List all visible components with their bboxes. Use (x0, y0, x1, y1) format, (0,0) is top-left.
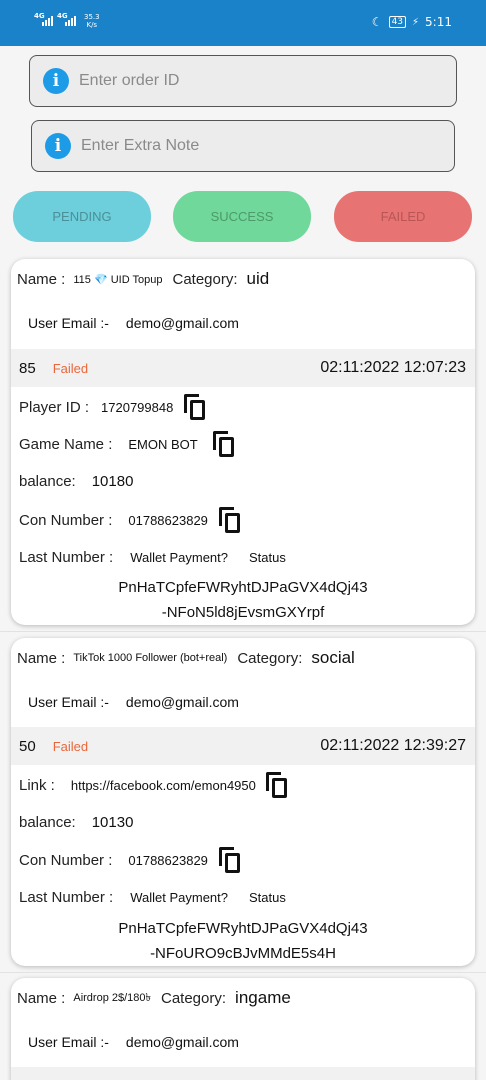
wallet-payment: Wallet Payment? (130, 889, 228, 905)
name-row: Name : TikTok 1000 Follower (bot+real) C… (17, 648, 355, 667)
transaction-token: PnHaTCpfeFWRyhtDJPaGVX4dQj43 -NFoURO9cBJ… (118, 920, 368, 962)
product-name: TikTok 1000 Follower (bot+real) (73, 652, 228, 664)
category-value: uid (246, 269, 270, 288)
copy-icon[interactable] (212, 431, 235, 457)
con-number-row: Con Number : 01788623829 (11, 846, 475, 874)
category-value: ingame (235, 988, 291, 1007)
player-id: 1720799848 (101, 399, 174, 415)
signal-icon: 4G (34, 12, 53, 26)
con-number: 01788623829 (128, 852, 208, 868)
balance-row: balance: 10180 (19, 472, 134, 490)
link-row: Link : https://facebook.com/emon4950 (11, 771, 475, 799)
order-id-field[interactable]: i (29, 55, 457, 107)
last-number-row: Last Number : Wallet Payment? Status (19, 548, 286, 566)
extra-note-input[interactable] (81, 137, 421, 155)
battery-indicator: 43 (388, 16, 407, 28)
balance-value: 10180 (91, 472, 134, 490)
signal-icon: 4G (57, 12, 76, 26)
copy-icon[interactable] (218, 507, 241, 533)
clock: 5:11 (425, 15, 452, 29)
status-badge: Failed (52, 738, 89, 754)
failed-filter-button[interactable]: FAILED (334, 191, 472, 242)
link-value: https://facebook.com/emon4950 (70, 777, 256, 793)
amount-status-row: 50 Failed 02:11:2022 12:39:27 (11, 727, 475, 765)
success-filter-button[interactable]: SUCCESS (173, 191, 311, 242)
copy-icon[interactable] (265, 772, 288, 798)
category-value: social (311, 648, 355, 667)
network-indicators: 4G 4G 35.3 K/s (34, 12, 100, 29)
amount-status-row: 85 Failed 02:11:2022 12:07:23 (11, 349, 475, 387)
copy-icon[interactable] (218, 847, 241, 873)
order-datetime: 02:11:2022 12:07:23 (320, 359, 466, 376)
status-label: Status (249, 549, 286, 565)
order-id-input[interactable] (79, 72, 419, 90)
order-card: Name : Airdrop 2$/180৳ Category: ingame … (11, 978, 475, 1080)
network-speed: 35.3 K/s (84, 13, 100, 29)
status-badge: Failed (52, 360, 89, 376)
divider (0, 631, 486, 632)
status-label: Status (249, 889, 286, 905)
charging-icon: ⚡ (412, 16, 420, 28)
user-email: demo@gmail.com (125, 1034, 239, 1050)
player-id-row: Player ID : 1720799848 (11, 393, 475, 421)
last-number-row: Last Number : Wallet Payment? Status (19, 888, 286, 906)
pending-filter-button[interactable]: PENDING (13, 191, 151, 242)
name-row: Name : Airdrop 2$/180৳ Category: ingame (17, 988, 291, 1007)
copy-icon[interactable] (184, 394, 206, 420)
amount-status-row (11, 1067, 475, 1080)
transaction-token: PnHaTCpfeFWRyhtDJPaGVX4dQj43 -NFoN5ld8jE… (118, 579, 368, 621)
product-name: 115 💎 UID Topup (73, 273, 163, 286)
amount: 50 (19, 737, 36, 755)
order-card: Name : 115 💎 UID Topup Category: uid Use… (11, 259, 475, 625)
email-row: User Email :- demo@gmail.com (28, 315, 239, 331)
divider (0, 972, 486, 973)
status-right: ☾ 43 ⚡ 5:11 (372, 15, 452, 29)
balance-value: 10130 (91, 813, 134, 831)
order-card: Name : TikTok 1000 Follower (bot+real) C… (11, 638, 475, 966)
moon-icon: ☾ (371, 15, 383, 29)
user-email: demo@gmail.com (125, 694, 239, 710)
info-icon: i (43, 68, 69, 94)
amount: 85 (19, 359, 36, 377)
email-row: User Email :- demo@gmail.com (28, 694, 239, 710)
info-icon: i (45, 133, 71, 159)
con-number-row: Con Number : 01788623829 (11, 506, 475, 534)
name-row: Name : 115 💎 UID Topup Category: uid (17, 269, 270, 288)
email-row: User Email :- demo@gmail.com (28, 1034, 239, 1050)
extra-note-field[interactable]: i (31, 120, 455, 172)
game-name-row: Game Name : EMON BOT (11, 430, 475, 458)
order-datetime: 02:11:2022 12:39:27 (320, 737, 466, 754)
status-bar: 4G 4G 35.3 K/s ☾ 43 ⚡ 5:11 (0, 0, 486, 46)
wallet-payment: Wallet Payment? (130, 549, 228, 565)
product-name: Airdrop 2$/180৳ (73, 991, 151, 1004)
user-email: demo@gmail.com (125, 315, 239, 331)
game-name: EMON BOT (128, 436, 198, 452)
con-number: 01788623829 (128, 512, 208, 528)
balance-row: balance: 10130 (19, 813, 134, 831)
